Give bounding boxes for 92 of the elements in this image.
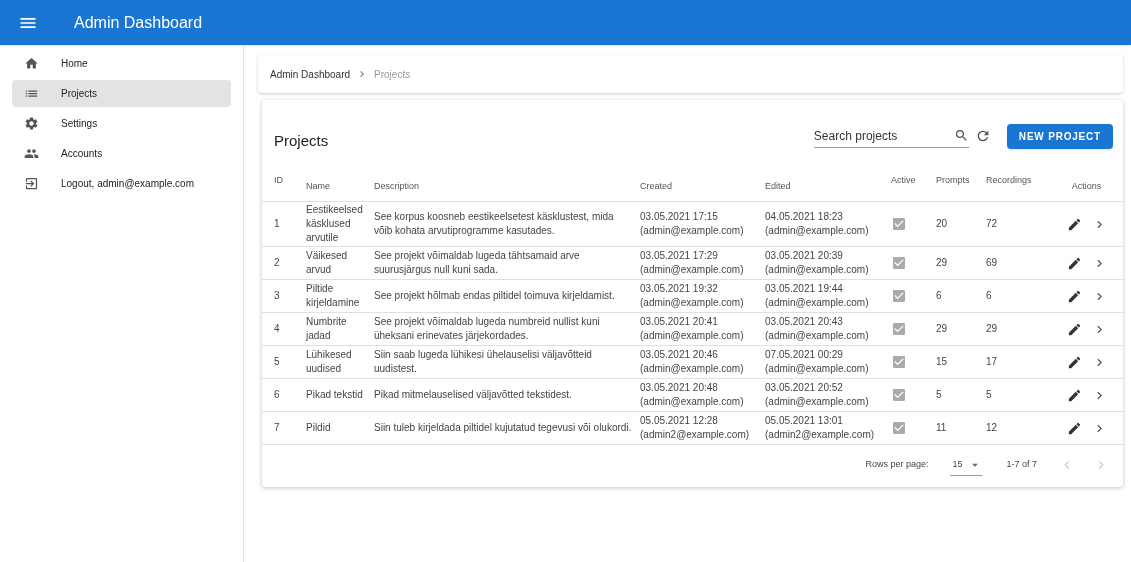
table-cell-text: 03.05.2021 17:29 (admin@example.com): [639, 249, 745, 277]
table-cell-text: 03.05.2021 20:39 (admin@example.com): [764, 249, 870, 277]
table-cell-text: 20: [935, 217, 949, 231]
table-cell-text: 04.05.2021 18:23 (admin@example.com): [764, 210, 870, 238]
table-cell-text: 72: [985, 217, 999, 231]
breadcrumb-item[interactable]: Admin Dashboard: [270, 66, 351, 82]
card-title: Projects: [274, 130, 329, 151]
active-checkbox[interactable]: [891, 387, 907, 403]
column-header: Recordings: [985, 174, 1033, 187]
table-cell-text: 6: [935, 289, 943, 303]
column-header: Name: [305, 179, 331, 193]
column-header: Edited: [764, 179, 792, 193]
table-cell-text: Eestikeelsed käsklused arvutile: [305, 203, 364, 245]
table-cell-text: 05.05.2021 13:01 (admin2@example.com): [764, 414, 876, 442]
table-cell-text: 03.05.2021 20:43 (admin@example.com): [764, 315, 870, 343]
table-cell-text: 03.05.2021 17:15 (admin@example.com): [639, 210, 745, 238]
table-cell-text: 7: [273, 421, 281, 435]
sidebar-item[interactable]: Home: [12, 50, 231, 77]
table-cell-text: See projekt hõlmab endas piltidel toimuva kirjeldamist.: [373, 289, 616, 303]
table-cell-text: 07.05.2021 00:29 (admin@example.com): [764, 348, 870, 376]
edit-icon[interactable]: [1066, 288, 1082, 304]
search-input: Search projects: [813, 126, 954, 145]
column-header: Active: [890, 174, 917, 187]
sidebar-item[interactable]: Settings: [12, 110, 231, 137]
sidebar-item[interactable]: Accounts: [12, 140, 231, 167]
page-range: 1-7 of 7: [1006, 458, 1037, 472]
table-cell-text: 03.05.2021 20:52 (admin@example.com): [764, 381, 870, 409]
logout-icon: [24, 176, 39, 191]
table-cell-text: 03.05.2021 19:32 (admin@example.com): [639, 282, 745, 310]
table-cell-text: 3: [273, 289, 281, 303]
table-cell-text: 15: [935, 355, 949, 369]
table-cell-text: 5: [985, 388, 993, 402]
table-cell-text: 6: [985, 289, 993, 303]
table-cell-text: 17: [985, 355, 999, 369]
active-checkbox[interactable]: [891, 255, 907, 271]
edit-icon[interactable]: [1066, 387, 1082, 403]
table-cell-text: Lühikesed uudised: [305, 348, 353, 376]
table-cell-text: 69: [985, 256, 999, 270]
table-cell-text: 6: [273, 388, 281, 402]
active-checkbox[interactable]: [891, 354, 907, 370]
column-header: ID: [273, 174, 284, 187]
edit-icon[interactable]: [1066, 321, 1082, 337]
active-checkbox[interactable]: [891, 321, 907, 337]
table-cell-text: 11: [935, 421, 948, 435]
rows-per-page-label: Rows per page:: [865, 458, 929, 472]
home-icon: [24, 56, 39, 71]
table-cell-text: See korpus koosneb eestikeelsetest käsklustest, mida võib kohata arvutiprogramme kasutades.: [373, 210, 615, 238]
column-header: Description: [373, 179, 421, 193]
table-cell-text: See projekt võimaldab lugeda tähtsamaid arve suurusjärgus null kuni sada.: [373, 249, 581, 277]
rows-per-page-select[interactable]: 15: [950, 454, 983, 476]
table-cell-text: 4: [273, 322, 281, 336]
table-cell-text: 03.05.2021 20:41 (admin@example.com): [639, 315, 745, 343]
table-cell-text: 03.05.2021 20:46 (admin@example.com): [639, 348, 745, 376]
search-icon: [953, 128, 969, 143]
column-header: Prompts: [935, 174, 971, 187]
table-cell-text: 29: [985, 322, 999, 336]
active-checkbox[interactable]: [891, 420, 907, 436]
gear-icon: [24, 116, 39, 131]
column-header: Actions: [1070, 179, 1103, 193]
table-cell-text: Pikad mitmelauselised väljavõtted tekstidest.: [373, 388, 573, 402]
table-cell-text: 1: [273, 217, 281, 231]
people-icon: [24, 146, 39, 161]
sidebar-item[interactable]: Logout, admin@example.com: [12, 170, 231, 197]
table-cell-text: 29: [935, 322, 949, 336]
edit-icon[interactable]: [1066, 354, 1082, 370]
active-checkbox[interactable]: [891, 288, 907, 304]
active-checkbox[interactable]: [891, 216, 907, 232]
table-cell-text: Siin saab lugeda lühikesi ühelauselisi väljavõtteid uudistest.: [373, 348, 593, 376]
table-cell-text: Pikad tekstid: [305, 388, 364, 402]
edit-icon[interactable]: [1066, 216, 1082, 232]
column-header: Created: [639, 179, 674, 193]
app-title: Admin Dashboard: [74, 12, 203, 33]
sidebar-item[interactable]: Projects: [12, 80, 231, 107]
table-cell-text: Numbrite jadad: [304, 315, 348, 343]
table-cell-text: 05.05.2021 12:28 (admin2@example.com): [639, 414, 751, 442]
table-cell-text: Pildid: [305, 421, 332, 435]
table-cell-text: 12: [985, 421, 999, 435]
table-cell-text: 5: [273, 355, 281, 369]
table-cell-text: 03.05.2021 20:48 (admin@example.com): [639, 381, 745, 409]
table-cell-text: 29: [935, 256, 949, 270]
new-project-button[interactable]: NEW PROJECT: [1006, 123, 1113, 149]
search-field[interactable]: Search projects: [813, 124, 969, 148]
table-cell-text: Väikesed arvud: [305, 249, 349, 277]
breadcrumb-item: Projects: [374, 67, 411, 82]
table-cell-text: 5: [935, 388, 943, 402]
table-cell-text: Piltide kirjeldamine: [305, 282, 361, 310]
table-cell-text: See projekt võimaldab lugeda numbreid nullist kuni üheksani erinevates järjekordades.: [373, 315, 601, 343]
edit-icon[interactable]: [1066, 420, 1082, 436]
table-cell-text: 2: [273, 256, 281, 270]
table-cell-text: Siin tuleb kirjeldada piltidel kujutatud tegevusi või olukordi.: [373, 421, 633, 435]
edit-icon[interactable]: [1066, 255, 1082, 271]
table-cell-text: 03.05.2021 19:44 (admin@example.com): [764, 282, 870, 310]
